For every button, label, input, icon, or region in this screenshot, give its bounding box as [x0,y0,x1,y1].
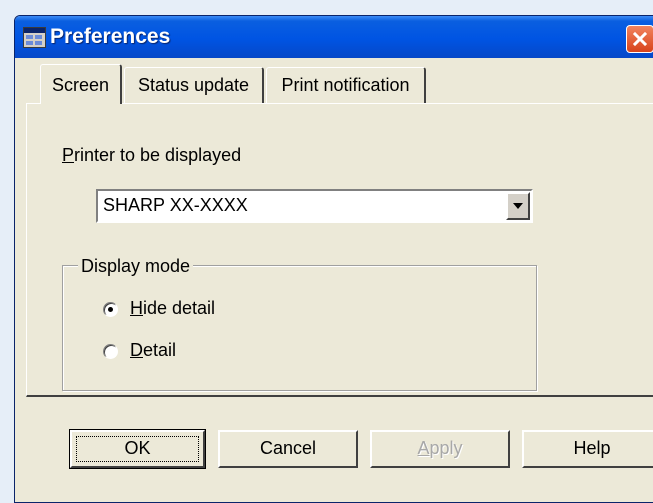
title-bar[interactable]: Preferences [15,16,653,58]
tab-print-notification[interactable]: Print notification [266,67,426,103]
printer-label: Printer to be displayed [62,145,242,165]
detail-label[interactable]: Detail [130,340,176,361]
printer-select-value: SHARP XX-XXXX [103,195,248,215]
cancel-button[interactable]: Cancel [218,430,358,468]
dropdown-button[interactable] [506,192,530,220]
tab-status-update[interactable]: Status update [124,67,264,103]
chevron-down-icon [513,203,523,209]
close-icon [632,31,648,47]
tab-screen[interactable]: Screen [40,64,122,106]
display-mode-group [62,265,537,391]
radio-detail[interactable] [103,344,118,359]
printer-select[interactable]: SHARP XX-XXXX [96,189,533,223]
close-button[interactable] [626,25,653,53]
window-title: Preferences [50,25,171,48]
focus-rectangle [76,436,199,462]
help-button[interactable]: Help [522,430,653,468]
display-mode-legend: Display mode [78,256,194,277]
hide-detail-label[interactable]: Hide detail [130,298,215,319]
radio-hide-detail[interactable] [103,302,118,317]
preferences-icon [23,27,46,48]
radio-selected-dot [108,307,113,312]
ok-button[interactable]: OK [69,429,206,469]
apply-button[interactable]: Apply [370,430,510,468]
